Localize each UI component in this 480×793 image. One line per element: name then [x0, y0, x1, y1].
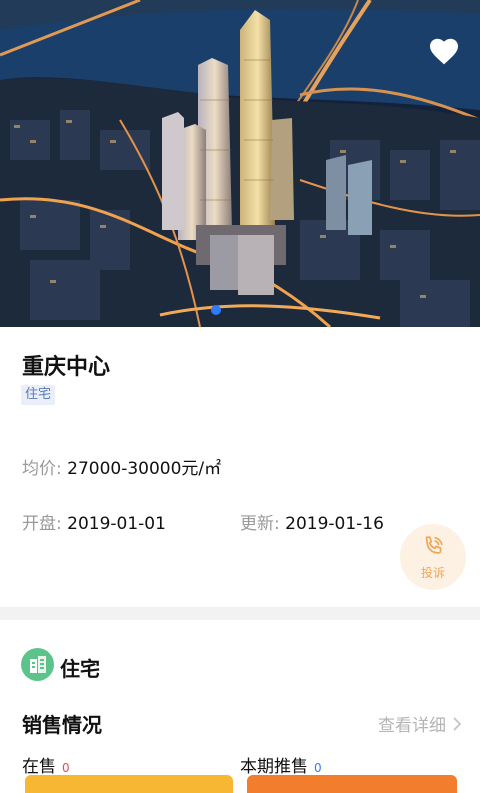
section-title: 住宅	[60, 657, 100, 681]
action-button-left[interactable]	[25, 775, 233, 793]
current-release-label: 本期推售	[240, 757, 308, 777]
hero-image[interactable]	[0, 0, 480, 327]
phone-icon	[425, 536, 443, 554]
section-divider	[0, 607, 480, 620]
price-row: 均价: 27000-30000元/㎡	[22, 459, 222, 479]
property-info-card: 重庆中心 住宅 均价: 27000-30000元/㎡ 开盘: 2019-01-0…	[0, 327, 480, 607]
carousel-indicator	[211, 305, 221, 315]
building-icon	[21, 648, 54, 681]
property-type-tag: 住宅	[21, 385, 56, 405]
open-date-row: 开盘: 2019-01-01	[22, 514, 166, 534]
view-detail-link[interactable]: 查看详细	[378, 711, 462, 736]
price-value: 27000-30000元/㎡	[67, 459, 222, 479]
current-release-value: 0	[314, 761, 322, 775]
heart-icon[interactable]	[428, 36, 460, 66]
property-name: 重庆中心	[22, 355, 111, 380]
open-value: 2019-01-01	[67, 514, 166, 534]
on-sale-count: 在售 0	[22, 752, 70, 777]
complain-label: 投诉	[420, 566, 445, 580]
on-sale-value: 0	[62, 761, 70, 775]
update-label: 更新	[240, 514, 274, 534]
city-night-image	[0, 0, 480, 327]
on-sale-label: 在售	[22, 757, 56, 777]
view-detail-label: 查看详细	[378, 716, 446, 736]
update-date-row: 更新: 2019-01-16	[240, 514, 384, 534]
update-value: 2019-01-16	[285, 514, 384, 534]
sales-status-title: 销售情况	[22, 713, 102, 737]
action-button-right[interactable]	[247, 775, 457, 793]
current-release-count: 本期推售 0	[240, 752, 322, 777]
price-label: 均价	[22, 459, 56, 479]
open-label: 开盘	[22, 514, 56, 534]
chevron-right-icon	[453, 716, 462, 731]
complain-button[interactable]: 投诉	[400, 524, 466, 590]
